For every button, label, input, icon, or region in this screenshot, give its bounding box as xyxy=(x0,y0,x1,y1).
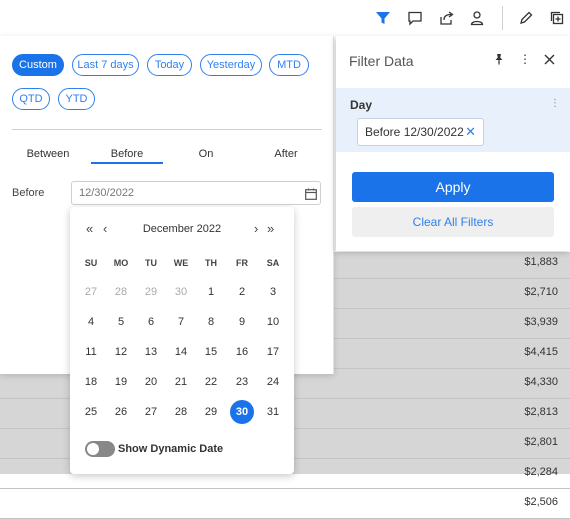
preset-last-7-days[interactable]: Last 7 days xyxy=(72,54,139,76)
calendar-day[interactable]: 29 xyxy=(139,280,163,304)
filter-tag[interactable]: Before 12/30/2022 ✕ xyxy=(357,118,484,146)
calendar-day[interactable]: 22 xyxy=(199,370,223,394)
calendar-day[interactable]: 21 xyxy=(169,370,193,394)
top-toolbar xyxy=(0,0,570,36)
toggle-knob xyxy=(87,443,99,455)
calendar-icon[interactable] xyxy=(305,187,317,200)
calendar-day[interactable]: 4 xyxy=(79,310,103,334)
weekday-header: FR xyxy=(236,258,248,268)
calendar-day[interactable]: 9 xyxy=(230,310,254,334)
weekday-header: TH xyxy=(205,258,217,268)
calendar-day[interactable]: 27 xyxy=(139,400,163,424)
calendar-day[interactable]: 16 xyxy=(230,340,254,364)
section-more-icon[interactable]: ⋮ xyxy=(550,98,560,109)
calendar-day[interactable]: 24 xyxy=(261,370,285,394)
edit-icon[interactable] xyxy=(516,8,536,28)
calendar-day[interactable]: 2 xyxy=(230,280,254,304)
tab-before[interactable]: Before xyxy=(99,148,155,160)
tab-between[interactable]: Between xyxy=(22,148,74,160)
calendar-day[interactable]: 28 xyxy=(109,280,133,304)
clear-all-filters-button[interactable]: Clear All Filters xyxy=(352,207,554,237)
table-row: $2,506 xyxy=(0,489,570,519)
preset-yesterday[interactable]: Yesterday xyxy=(200,54,262,76)
panel-divider xyxy=(12,129,322,130)
weekday-header: SU xyxy=(84,258,98,268)
filter-tag-text: Before 12/30/2022 xyxy=(365,125,464,139)
day-filter-section: Day ⋮ Before 12/30/2022 ✕ xyxy=(336,88,570,152)
apply-button[interactable]: Apply xyxy=(352,172,554,202)
calendar-day[interactable]: 29 xyxy=(199,400,223,424)
toolbar-divider xyxy=(502,6,503,30)
tab-on[interactable]: On xyxy=(190,148,222,160)
active-tab-indicator xyxy=(91,162,163,164)
filter-data-panel: Filter Data ⋮ Day ⋮ Before 12/30/2022 ✕ … xyxy=(336,36,570,251)
more-options-icon[interactable]: ⋮ xyxy=(518,52,532,66)
amount-cell: $3,939 xyxy=(524,316,558,328)
calendar-day[interactable]: 25 xyxy=(79,400,103,424)
calendar-day[interactable]: 1 xyxy=(199,280,223,304)
calendar-day[interactable]: 20 xyxy=(139,370,163,394)
day-filter-label: Day xyxy=(350,98,373,112)
date-field-label: Before xyxy=(12,187,45,199)
next-month-icon[interactable]: › xyxy=(254,221,258,236)
filter-icon[interactable] xyxy=(373,8,393,28)
next-year-icon[interactable]: » xyxy=(267,221,274,236)
amount-cell: $2,506 xyxy=(524,496,558,508)
dynamic-date-toggle[interactable] xyxy=(85,441,115,457)
share-icon[interactable] xyxy=(437,8,457,28)
weekday-header: MO xyxy=(113,258,129,268)
weekday-header: SA xyxy=(266,258,280,268)
comment-icon[interactable] xyxy=(405,8,425,28)
calendar-day[interactable]: 15 xyxy=(199,340,223,364)
tab-after[interactable]: After xyxy=(266,148,306,160)
filter-panel-title: Filter Data xyxy=(349,53,414,69)
amount-cell: $4,415 xyxy=(524,346,558,358)
weekday-header: WE xyxy=(173,258,189,268)
calendar-day[interactable]: 10 xyxy=(261,310,285,334)
calendar-day[interactable]: 19 xyxy=(109,370,133,394)
calendar-day[interactable]: 7 xyxy=(169,310,193,334)
calendar-day[interactable]: 11 xyxy=(79,340,103,364)
calendar-day[interactable]: 18 xyxy=(79,370,103,394)
calendar-day[interactable]: 30 xyxy=(230,400,254,424)
amount-cell: $2,710 xyxy=(524,286,558,298)
preset-ytd[interactable]: YTD xyxy=(58,88,95,110)
pin-icon[interactable] xyxy=(492,52,506,66)
dynamic-date-label: Show Dynamic Date xyxy=(118,443,224,455)
amount-cell: $2,813 xyxy=(524,406,558,418)
calendar-day[interactable]: 13 xyxy=(139,340,163,364)
amount-cell: $2,284 xyxy=(524,466,558,478)
calendar-day[interactable]: 30 xyxy=(169,280,193,304)
calendar-day[interactable]: 5 xyxy=(109,310,133,334)
calendar-day[interactable]: 27 xyxy=(79,280,103,304)
calendar-popup: « ‹ December 2022 › » Show Dynamic Date … xyxy=(70,207,294,474)
calendar-day[interactable]: 26 xyxy=(109,400,133,424)
calendar-day[interactable]: 17 xyxy=(261,340,285,364)
calendar-day[interactable]: 12 xyxy=(109,340,133,364)
calendar-day[interactable]: 14 xyxy=(169,340,193,364)
amount-cell: $2,801 xyxy=(524,436,558,448)
calendar-month-label: December 2022 xyxy=(142,223,222,235)
add-widget-icon[interactable] xyxy=(547,8,567,28)
calendar-day[interactable]: 8 xyxy=(199,310,223,334)
preset-mtd[interactable]: MTD xyxy=(269,54,309,76)
calendar-day[interactable]: 3 xyxy=(261,280,285,304)
amount-cell: $1,883 xyxy=(524,256,558,268)
amount-cell: $4,330 xyxy=(524,376,558,388)
user-icon[interactable] xyxy=(467,8,487,28)
calendar-day[interactable]: 28 xyxy=(169,400,193,424)
calendar-day[interactable]: 6 xyxy=(139,310,163,334)
preset-custom[interactable]: Custom xyxy=(12,54,64,76)
date-input[interactable]: 12/30/2022 xyxy=(71,181,321,205)
preset-today[interactable]: Today xyxy=(147,54,192,76)
weekday-header: TU xyxy=(145,258,157,268)
close-icon[interactable] xyxy=(542,52,556,66)
calendar-day[interactable]: 31 xyxy=(261,400,285,424)
remove-filter-icon[interactable]: ✕ xyxy=(465,119,476,145)
calendar-day[interactable]: 23 xyxy=(230,370,254,394)
preset-qtd[interactable]: QTD xyxy=(12,88,50,110)
